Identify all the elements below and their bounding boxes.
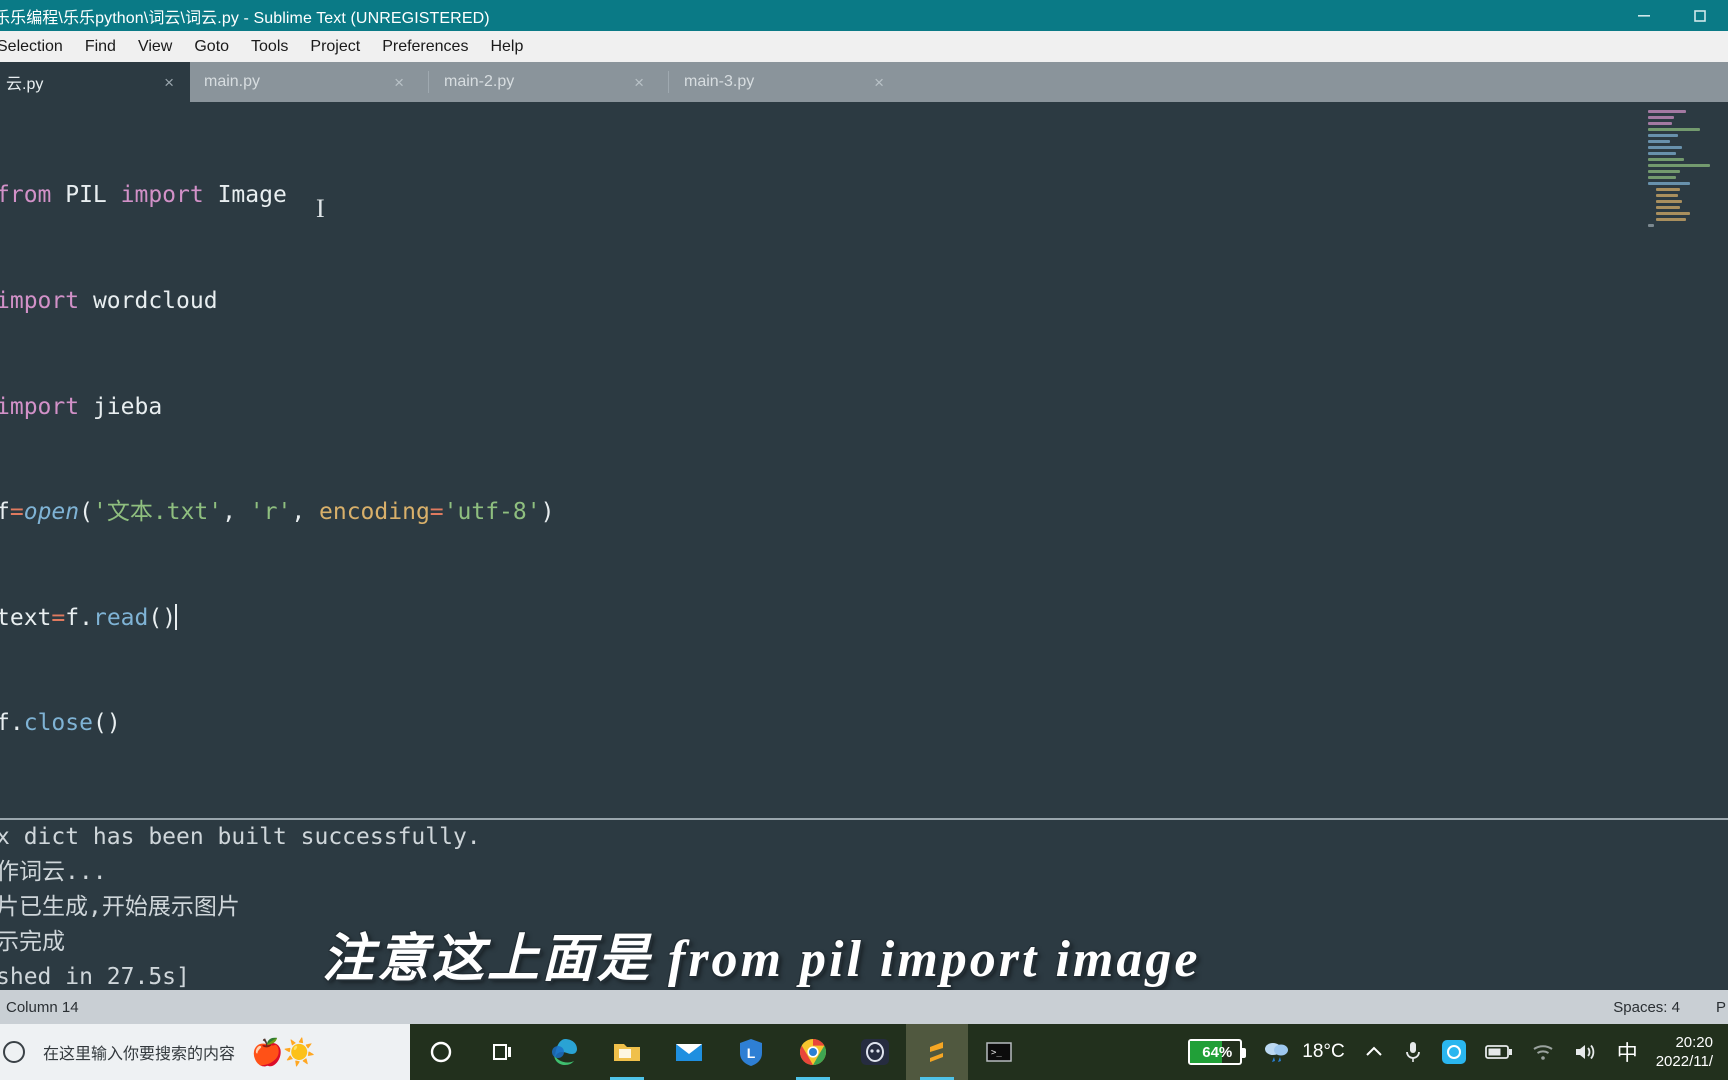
tray-battery-icon[interactable]	[1476, 1043, 1522, 1061]
system-tray: 64% 18°C 中 20:20 2022/11/	[1179, 1024, 1728, 1080]
menu-item-tools[interactable]: Tools	[240, 38, 299, 56]
menu-item-help[interactable]: Help	[479, 38, 534, 56]
menu-item-preferences[interactable]: Preferences	[371, 38, 479, 56]
window-titlebar: 乐乐编程\乐乐python\词云\词云.py - Sublime Text (U…	[0, 0, 1728, 31]
windows-taskbar: 在这里输入你要搜索的内容 🍎☀️ L >_ 64% 18°C 中 20:20 2…	[0, 1024, 1728, 1080]
tab-label: main.py	[204, 73, 261, 90]
text-caret	[175, 603, 178, 630]
taskbar-icons: L >_	[410, 1024, 1030, 1080]
battery-status-indicator[interactable]: 64%	[1179, 1039, 1251, 1065]
status-bar: Column 14 Spaces: 4 P	[0, 990, 1728, 1024]
cloud-app-icon[interactable]	[1432, 1039, 1476, 1065]
menu-item-project[interactable]: Project	[299, 38, 371, 56]
battery-icon: 64%	[1188, 1039, 1247, 1065]
search-input-placeholder[interactable]: 在这里输入你要搜索的内容	[43, 1040, 235, 1064]
code-line-6: f.close()	[0, 710, 121, 737]
sublime-text-icon[interactable]	[906, 1024, 968, 1080]
menu-item-selection[interactable]: Selection	[0, 38, 74, 56]
code-content: from PIL import Image import wordcloud i…	[0, 108, 711, 818]
terminal-icon[interactable]: >_	[968, 1024, 1030, 1080]
editor-minimap[interactable]	[1630, 102, 1728, 818]
status-syntax-indicator[interactable]: P	[1698, 999, 1728, 1016]
mail-icon[interactable]	[658, 1024, 720, 1080]
qq-music-icon[interactable]	[844, 1024, 906, 1080]
tab-separator	[428, 71, 429, 93]
maximize-button[interactable]	[1672, 0, 1728, 31]
lenovo-shield-icon[interactable]: L	[720, 1024, 782, 1080]
show-hidden-icons-button[interactable]	[1354, 1041, 1394, 1063]
code-line-3: import jieba	[0, 393, 163, 420]
tab-main-py[interactable]: main.py ×	[190, 62, 420, 102]
window-title: 乐乐编程\乐乐python\词云\词云.py - Sublime Text (U…	[0, 9, 490, 27]
menu-bar: Selection Find View Goto Tools Project P…	[0, 31, 1728, 62]
battery-percent-label: 64%	[1202, 1043, 1233, 1061]
status-column-indicator[interactable]: Column 14	[6, 999, 79, 1016]
clock-date: 2022/11/	[1655, 1053, 1713, 1070]
taskbar-search-area[interactable]: 在这里输入你要搜索的内容 🍎☀️	[0, 1024, 410, 1080]
tab-close-icon[interactable]: ×	[394, 74, 420, 91]
clock-widget[interactable]: 20:20 2022/11/	[1647, 1033, 1728, 1071]
menu-item-goto[interactable]: Goto	[183, 38, 240, 56]
code-line-4: f=open('文本.txt', 'r', encoding='utf-8')	[0, 499, 555, 526]
search-icon	[3, 1041, 25, 1063]
tab-close-icon[interactable]: ×	[164, 74, 190, 91]
tab-close-icon[interactable]: ×	[634, 74, 660, 91]
clock: 20:20 2022/11/	[1656, 1033, 1719, 1071]
sublime-text-window: 乐乐编程\乐乐python\词云\词云.py - Sublime Text (U…	[0, 0, 1728, 1080]
svg-text:>_: >_	[991, 1048, 1002, 1058]
weather-temperature: 18°C	[1302, 1041, 1345, 1062]
tab-close-icon[interactable]: ×	[874, 74, 900, 91]
status-spaces-indicator[interactable]: Spaces: 4	[1595, 999, 1698, 1016]
text-cursor-icon: I	[316, 194, 325, 223]
weather-widget[interactable]: 18°C	[1251, 1038, 1353, 1066]
status-bar-right: Spaces: 4 P	[1595, 999, 1728, 1016]
ime-label: 中	[1616, 1042, 1638, 1065]
code-line-5: text=f.read()	[0, 603, 178, 631]
volume-icon[interactable]	[1564, 1041, 1608, 1063]
menu-item-find[interactable]: Find	[74, 38, 127, 56]
taskbar-sticker-icon: 🍎☀️	[251, 1037, 316, 1067]
tab-bar: 云.py × main.py × main-2.py × main-3.py ×	[0, 62, 1728, 102]
annotation-overlay-text: 注意这上面是 from pil import image	[322, 931, 1201, 988]
chrome-icon[interactable]	[782, 1024, 844, 1080]
rain-cloud-icon	[1265, 1043, 1289, 1062]
tab-label: main-2.py	[444, 73, 515, 90]
code-line-2: import wordcloud	[0, 288, 218, 314]
tab-main-3-py[interactable]: main-3.py ×	[670, 62, 900, 102]
svg-text:L: L	[747, 1045, 756, 1061]
file-explorer-icon[interactable]	[596, 1024, 658, 1080]
tab-separator	[668, 71, 669, 93]
console-line-1: x dict has been built successfully.	[0, 824, 481, 850]
console-line-2: 作词云...	[0, 859, 107, 885]
code-editor[interactable]: from PIL import Image import wordcloud i…	[0, 102, 1728, 818]
edge-icon[interactable]	[534, 1024, 596, 1080]
tab-label: main-3.py	[684, 73, 755, 90]
microphone-icon[interactable]	[1394, 1039, 1432, 1065]
code-line-1: from PIL import Image	[0, 182, 287, 209]
minimize-button[interactable]	[1616, 0, 1672, 31]
tab-main-2-py[interactable]: main-2.py ×	[430, 62, 660, 102]
wifi-icon[interactable]	[1522, 1042, 1564, 1062]
clock-time: 20:20	[1675, 1034, 1713, 1051]
task-view-icon[interactable]	[472, 1024, 534, 1080]
tab-ciyun-py[interactable]: 云.py ×	[0, 62, 190, 102]
tab-label: 云.py	[6, 76, 44, 93]
cortana-icon[interactable]	[410, 1024, 472, 1080]
window-controls	[1616, 0, 1728, 31]
menu-item-view[interactable]: View	[127, 38, 183, 56]
ime-language-indicator[interactable]: 中	[1608, 1037, 1647, 1067]
